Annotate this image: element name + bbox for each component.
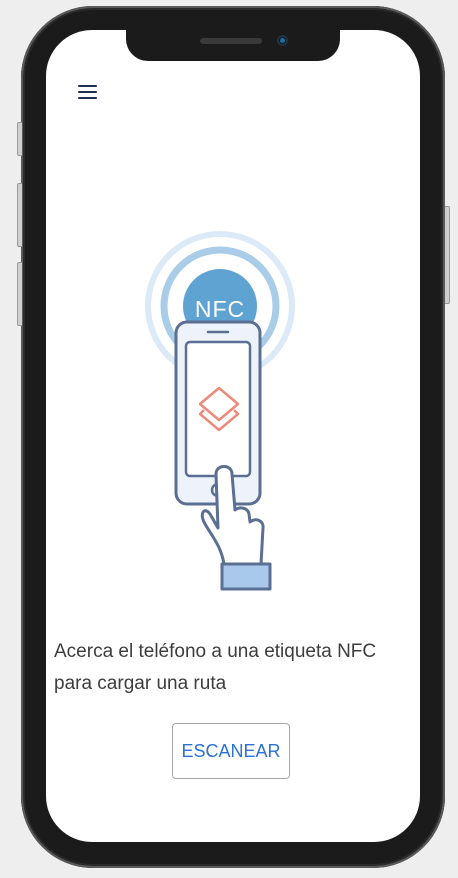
phone-screen-drawing (184, 340, 252, 478)
scan-button[interactable]: ESCANEAR (172, 723, 290, 779)
mute-switch (17, 122, 22, 156)
menu-line (78, 85, 97, 87)
hamburger-menu-icon[interactable] (74, 80, 100, 104)
volume-up-button (17, 183, 22, 247)
nfc-instruction-text: Acerca el teléfono a una etiqueta NFC pa… (54, 641, 377, 694)
menu-line (78, 91, 97, 93)
front-camera (277, 35, 288, 46)
nfc-badge-label: NFC (195, 296, 245, 322)
phone-screen: NFC Acerca el teléfono a una etiqueta NF… (46, 30, 420, 842)
speaker-grille (200, 38, 262, 44)
nfc-phone-tap-illustration: NFC (145, 231, 295, 591)
power-button (445, 206, 450, 304)
menu-line (78, 97, 97, 99)
volume-down-button (17, 262, 22, 326)
notch (126, 30, 340, 61)
